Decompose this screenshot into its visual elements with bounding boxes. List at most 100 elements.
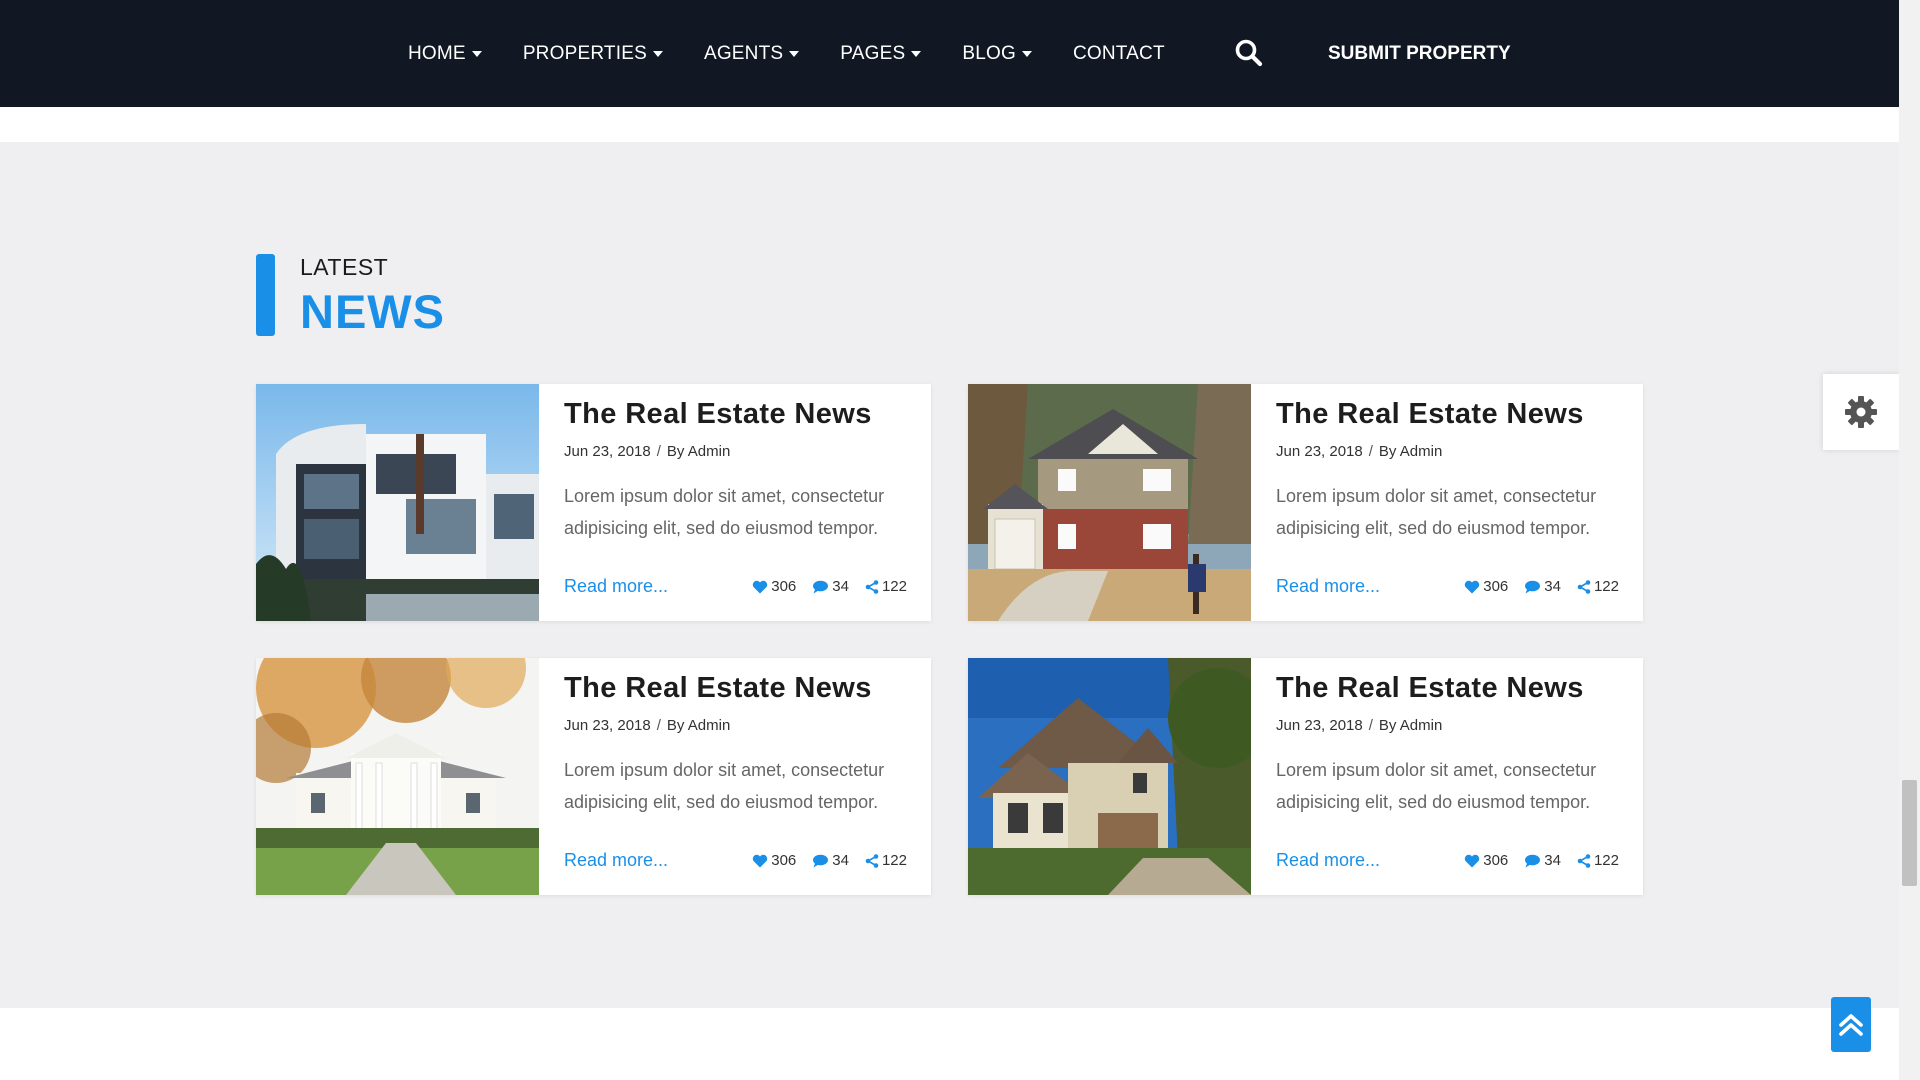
comment-icon — [1525, 580, 1541, 593]
likes-stat[interactable]: 306 — [1464, 852, 1508, 869]
caret-down-icon — [652, 50, 663, 57]
news-card-author[interactable]: By Admin — [667, 443, 730, 460]
nav-item-contact[interactable]: CONTACT — [1073, 43, 1165, 65]
news-card-date: Jun 23, 2018 — [564, 443, 651, 460]
news-card-author[interactable]: By Admin — [1379, 717, 1442, 734]
news-card-meta: Jun 23, 2018/By Admin — [1276, 717, 1443, 734]
comments-count: 34 — [1544, 578, 1561, 595]
news-card-footer: Read more... 306 34 122 — [1276, 576, 1619, 597]
nav-item-label: PROPERTIES — [522, 42, 647, 64]
likes-count: 306 — [1483, 578, 1509, 595]
news-card-footer: Read more... 306 34 122 — [564, 850, 907, 871]
news-card-author[interactable]: By Admin — [667, 717, 730, 734]
shares-count: 122 — [1593, 578, 1619, 595]
news-card-author[interactable]: By Admin — [1379, 443, 1442, 460]
read-more-link[interactable]: Read more... — [564, 576, 668, 597]
settings-button[interactable] — [1823, 374, 1899, 450]
shares-stat[interactable]: 122 — [1577, 852, 1619, 869]
likes-stat[interactable]: 306 — [752, 578, 796, 595]
news-card-body: The Real Estate News Jun 23, 2018/By Adm… — [1251, 658, 1643, 895]
comments-count: 34 — [832, 578, 849, 595]
likes-count: 306 — [771, 852, 797, 869]
news-card-title[interactable]: The Real Estate News — [1276, 398, 1643, 431]
share-icon — [865, 853, 879, 868]
news-card-stats: 306 34 122 — [752, 852, 907, 869]
comment-icon — [1525, 854, 1541, 867]
shares-stat[interactable]: 122 — [865, 852, 907, 869]
nav-item-label: AGENTS — [703, 42, 784, 64]
news-card-meta: Jun 23, 2018/By Admin — [564, 443, 731, 460]
share-icon — [865, 579, 879, 594]
news-card-title[interactable]: The Real Estate News — [1276, 672, 1643, 705]
caret-down-icon — [911, 50, 922, 57]
likes-count: 306 — [771, 578, 797, 595]
news-card-date: Jun 23, 2018 — [564, 717, 651, 734]
share-icon — [1577, 579, 1591, 594]
nav-item-label: PAGES — [840, 42, 906, 64]
comments-stat[interactable]: 34 — [1524, 578, 1561, 595]
news-card-footer: Read more... 306 34 122 — [1276, 850, 1619, 871]
comment-icon — [813, 580, 829, 593]
news-card-footer: Read more... 306 34 122 — [564, 576, 907, 597]
comments-stat[interactable]: 34 — [1524, 852, 1561, 869]
heart-icon — [1465, 580, 1480, 593]
search-icon[interactable] — [1234, 38, 1264, 68]
nav-item-label: HOME — [408, 42, 466, 64]
news-card-stats: 306 34 122 — [752, 578, 907, 595]
nav-item-pages[interactable]: PAGES — [840, 42, 922, 65]
news-card-body: The Real Estate News Jun 23, 2018/By Adm… — [1251, 384, 1643, 621]
nav-item-blog[interactable]: BLOG — [962, 43, 1032, 65]
news-card-meta: Jun 23, 2018/By Admin — [1276, 443, 1443, 460]
read-more-link[interactable]: Read more... — [564, 850, 668, 871]
news-card-excerpt: Lorem ipsum dolor sit amet, consectetur … — [564, 760, 885, 812]
news-card: The Real Estate News Jun 23, 2018/By Adm… — [968, 384, 1643, 621]
news-card-excerpt: Lorem ipsum dolor sit amet, consectetur … — [564, 486, 885, 538]
comments-stat[interactable]: 34 — [812, 852, 849, 869]
news-card-date: Jun 23, 2018 — [1276, 717, 1363, 734]
news-card-image[interactable] — [968, 658, 1251, 895]
shares-count: 122 — [881, 578, 907, 595]
top-navbar: HOME PROPERTIES AGENTS PAGES BLOG CONTAC… — [0, 0, 1899, 107]
submit-property-button[interactable]: SUBMIT PROPERTY — [1328, 0, 1511, 107]
double-chevron-up-icon — [1839, 1013, 1863, 1036]
shares-count: 122 — [1593, 852, 1619, 869]
nav-item-home[interactable]: HOME — [408, 43, 482, 65]
nav-item-properties[interactable]: PROPERTIES — [523, 43, 663, 65]
caret-down-icon — [471, 50, 482, 57]
comments-count: 34 — [1544, 852, 1561, 869]
news-card-image[interactable] — [256, 384, 539, 621]
heading-big: NEWS — [300, 285, 445, 338]
news-card-stats: 306 34 122 — [1464, 852, 1619, 869]
news-card-image[interactable] — [968, 384, 1251, 621]
nav-item-label: CONTACT — [1072, 42, 1165, 64]
news-card-body: The Real Estate News Jun 23, 2018/By Adm… — [539, 658, 931, 895]
news-card-excerpt: Lorem ipsum dolor sit amet, consectetur … — [1276, 486, 1597, 538]
likes-stat[interactable]: 306 — [752, 852, 796, 869]
main-menu: HOME PROPERTIES AGENTS PAGES BLOG CONTAC… — [408, 0, 1206, 107]
news-card: The Real Estate News Jun 23, 2018/By Adm… — [968, 658, 1643, 895]
likes-stat[interactable]: 306 — [1464, 578, 1508, 595]
comments-stat[interactable]: 34 — [812, 578, 849, 595]
news-card-body: The Real Estate News Jun 23, 2018/By Adm… — [539, 384, 931, 621]
read-more-link[interactable]: Read more... — [1276, 850, 1380, 871]
share-icon — [1577, 853, 1591, 868]
caret-down-icon — [1021, 50, 1032, 57]
read-more-link[interactable]: Read more... — [1276, 576, 1380, 597]
news-card-title[interactable]: The Real Estate News — [564, 398, 931, 431]
page-scrollbar[interactable] — [1899, 0, 1920, 1080]
news-card: The Real Estate News Jun 23, 2018/By Adm… — [256, 658, 931, 895]
shares-stat[interactable]: 122 — [1577, 578, 1619, 595]
scrollbar-thumb[interactable] — [1902, 780, 1917, 886]
news-card-image[interactable] — [256, 658, 539, 895]
scroll-to-top-button[interactable] — [1831, 997, 1871, 1052]
news-card-title[interactable]: The Real Estate News — [564, 672, 931, 705]
nav-item-label: BLOG — [962, 42, 1016, 64]
likes-count: 306 — [1483, 852, 1509, 869]
shares-count: 122 — [881, 852, 907, 869]
nav-item-agents[interactable]: AGENTS — [703, 42, 800, 65]
heading-accent-bar — [256, 254, 275, 336]
heart-icon — [753, 854, 768, 867]
gear-icon — [1845, 396, 1877, 428]
news-card-meta: Jun 23, 2018/By Admin — [564, 717, 731, 734]
shares-stat[interactable]: 122 — [865, 578, 907, 595]
